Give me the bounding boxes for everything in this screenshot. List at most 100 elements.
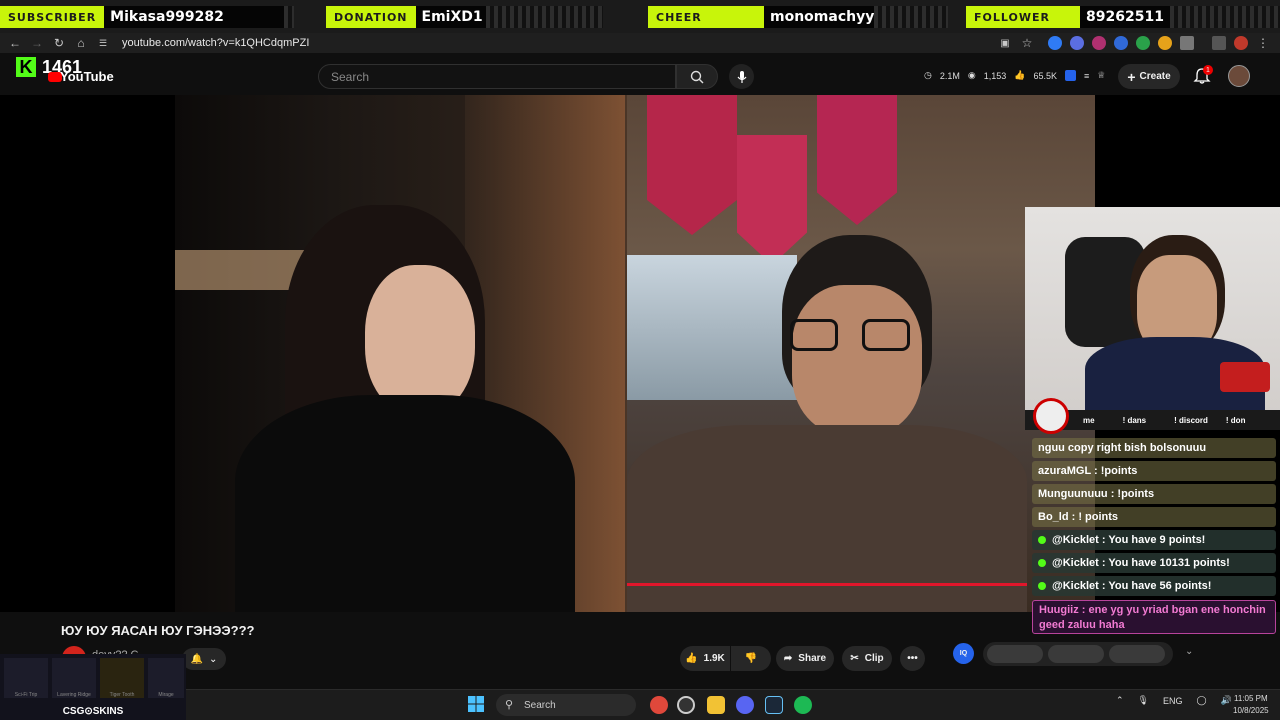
youtube-logo-text[interactable]: YouTube	[60, 69, 114, 84]
iq-extension-button[interactable]: IQ	[953, 643, 974, 664]
more-actions-button[interactable]: •••	[900, 646, 925, 671]
chat-message-text: @Kicklet : You have 9 points!	[1052, 534, 1206, 546]
language-indicator[interactable]: ENG	[1163, 696, 1183, 706]
steam-icon[interactable]	[765, 696, 783, 714]
views-stat: 2.1M	[939, 70, 960, 81]
profile-icon[interactable]	[1234, 36, 1248, 50]
clip-button[interactable]: ✂ Clip	[842, 646, 892, 671]
filter-chip[interactable]	[1048, 645, 1104, 663]
menu-dots-icon[interactable]: ⋮	[1252, 33, 1274, 53]
cast-icon[interactable]: ▣	[994, 33, 1016, 53]
extension-icon[interactable]	[1114, 36, 1128, 50]
equalizer-icon[interactable]: ≡	[1084, 71, 1089, 81]
spotify-icon[interactable]	[794, 696, 812, 714]
chat-message-text: nguu copy right bish bolsonuuu	[1038, 442, 1207, 454]
scissors-icon: ✂	[850, 653, 859, 664]
alert-name: 89262511	[1080, 6, 1170, 28]
extension-icon[interactable]	[1070, 36, 1084, 50]
forward-icon[interactable]: →	[26, 33, 48, 53]
chat-message-text: azuraMGL : !points	[1038, 465, 1138, 477]
skin-item: Tiger Tooth	[100, 658, 144, 698]
like-button[interactable]: 👍 1.9K	[680, 646, 730, 671]
pennant-flag	[737, 135, 807, 265]
skin-item-label: Tiger Tooth	[109, 692, 135, 698]
search-input[interactable]: Search	[318, 64, 676, 89]
create-label: Create	[1139, 71, 1171, 82]
alert-donation: DONATION EmiXD1	[326, 6, 603, 28]
alert-name: Mikasa999282	[104, 6, 285, 28]
person-face	[365, 265, 475, 415]
alert-stripe	[874, 6, 948, 28]
home-icon[interactable]: ⌂	[70, 33, 92, 53]
share-icon: ➦	[783, 653, 793, 664]
csgo-skins-label: CSG⊙SKINS	[62, 706, 124, 717]
network-icon[interactable]: ◯	[1197, 695, 1207, 706]
file-explorer-icon[interactable]	[707, 696, 725, 714]
extension-icon[interactable]	[1065, 70, 1077, 81]
skin-item: Sci-Fi Trip	[4, 658, 48, 698]
extensions-puzzle-icon[interactable]	[1180, 36, 1194, 50]
stream-alert-bar: SUBSCRIBER Mikasa999282 DONATION EmiXD1 …	[0, 0, 1280, 33]
chat-message-text: Huugiiz : ene yg yu yriad bgan ene honch…	[1039, 604, 1266, 631]
share-button[interactable]: ➦ Share	[776, 646, 834, 671]
alert-name: EmiXD1	[415, 6, 486, 28]
back-icon[interactable]: ←	[4, 33, 26, 53]
voice-search-button[interactable]	[729, 64, 754, 89]
chat-message: Bo_ld : ! points	[1032, 507, 1276, 527]
tab-search-icon[interactable]	[1212, 36, 1226, 50]
kick-logo-icon: K	[16, 57, 36, 77]
filter-chip[interactable]	[1109, 645, 1165, 663]
more-dots-icon: •••	[907, 653, 918, 664]
bookmark-star-icon[interactable]: ☆	[1016, 33, 1038, 53]
reload-icon[interactable]: ↻	[48, 33, 70, 53]
stream-stats: ◷ 2.1M ◉ 1,153 👍 65.5K ≡ ♕	[924, 70, 1105, 81]
chevron-down-icon[interactable]: ⌄	[1185, 646, 1193, 657]
chrome-icon[interactable]	[650, 696, 668, 714]
volume-icon[interactable]: 🔊	[1221, 695, 1232, 706]
user-avatar[interactable]	[1228, 65, 1250, 87]
filter-chip[interactable]	[987, 645, 1043, 663]
windows-taskbar: ⚲ Search ⌃ 🎙 ENG ◯ 🔊 11:05 PM 10/8/2025	[186, 689, 1280, 720]
subscribed-bell-button[interactable]: 🔔 ⌄	[182, 648, 226, 670]
alert-label: CHEER	[648, 6, 764, 28]
create-button[interactable]: + Create	[1118, 64, 1180, 89]
system-tray: ⌃ 🎙 ENG ◯ 🔊	[1116, 695, 1232, 706]
clock-icon: ◷	[924, 70, 932, 80]
chat-message: azuraMGL : !points	[1032, 461, 1276, 481]
taskbar-search-label: Search	[524, 699, 556, 711]
windows-start-icon[interactable]	[468, 696, 484, 712]
dislike-button[interactable]: 👎	[731, 646, 771, 671]
discord-icon[interactable]	[736, 696, 754, 714]
chat-command: ! discord	[1174, 415, 1208, 425]
address-bar[interactable]: youtube.com/watch?v=k1QHCdqmPZI	[122, 37, 309, 49]
search-button[interactable]	[676, 64, 718, 89]
github-icon[interactable]	[677, 696, 695, 714]
chat-message: Munguunuuu : !points	[1032, 484, 1276, 504]
alert-subscriber: SUBSCRIBER Mikasa999282	[0, 6, 295, 28]
pennant-flag	[647, 95, 737, 235]
chat-command: ! don	[1225, 415, 1246, 425]
person-face	[792, 285, 922, 435]
alert-cheer: CHEER monomachyy	[648, 6, 948, 28]
taskbar-clock[interactable]: 11:05 PM 10/8/2025	[1233, 693, 1269, 717]
chat-message-text: @Kicklet : You have 10131 points!	[1052, 557, 1230, 569]
download-icon[interactable]	[1136, 36, 1150, 50]
extension-icon[interactable]	[1092, 36, 1106, 50]
taskbar-search[interactable]: ⚲ Search	[496, 694, 636, 716]
extension-icon[interactable]	[1158, 36, 1172, 50]
bot-badge-icon	[1038, 536, 1046, 544]
trophy-icon[interactable]: ♕	[1097, 70, 1105, 81]
alert-follower: FOLLOWER 89262511	[966, 6, 1280, 28]
plus-icon: +	[1127, 68, 1136, 85]
chat-message-highlight: Huugiiz : ene yg yu yriad bgan ene honch…	[1032, 600, 1276, 634]
microphone-icon[interactable]: 🎙	[1138, 695, 1149, 706]
extension-icon[interactable]	[1048, 36, 1062, 50]
site-info-icon[interactable]: ☰	[92, 33, 114, 53]
chat-command: ! dans	[1122, 415, 1147, 425]
skin-item: Lavering Ridge	[52, 658, 96, 698]
video-progress-bar[interactable]	[627, 583, 1027, 586]
chat-message: @Kicklet : You have 9 points!	[1032, 530, 1276, 550]
like-count: 1.9K	[703, 653, 725, 664]
chevron-up-icon[interactable]: ⌃	[1116, 695, 1124, 706]
alert-stripe	[1170, 6, 1280, 28]
